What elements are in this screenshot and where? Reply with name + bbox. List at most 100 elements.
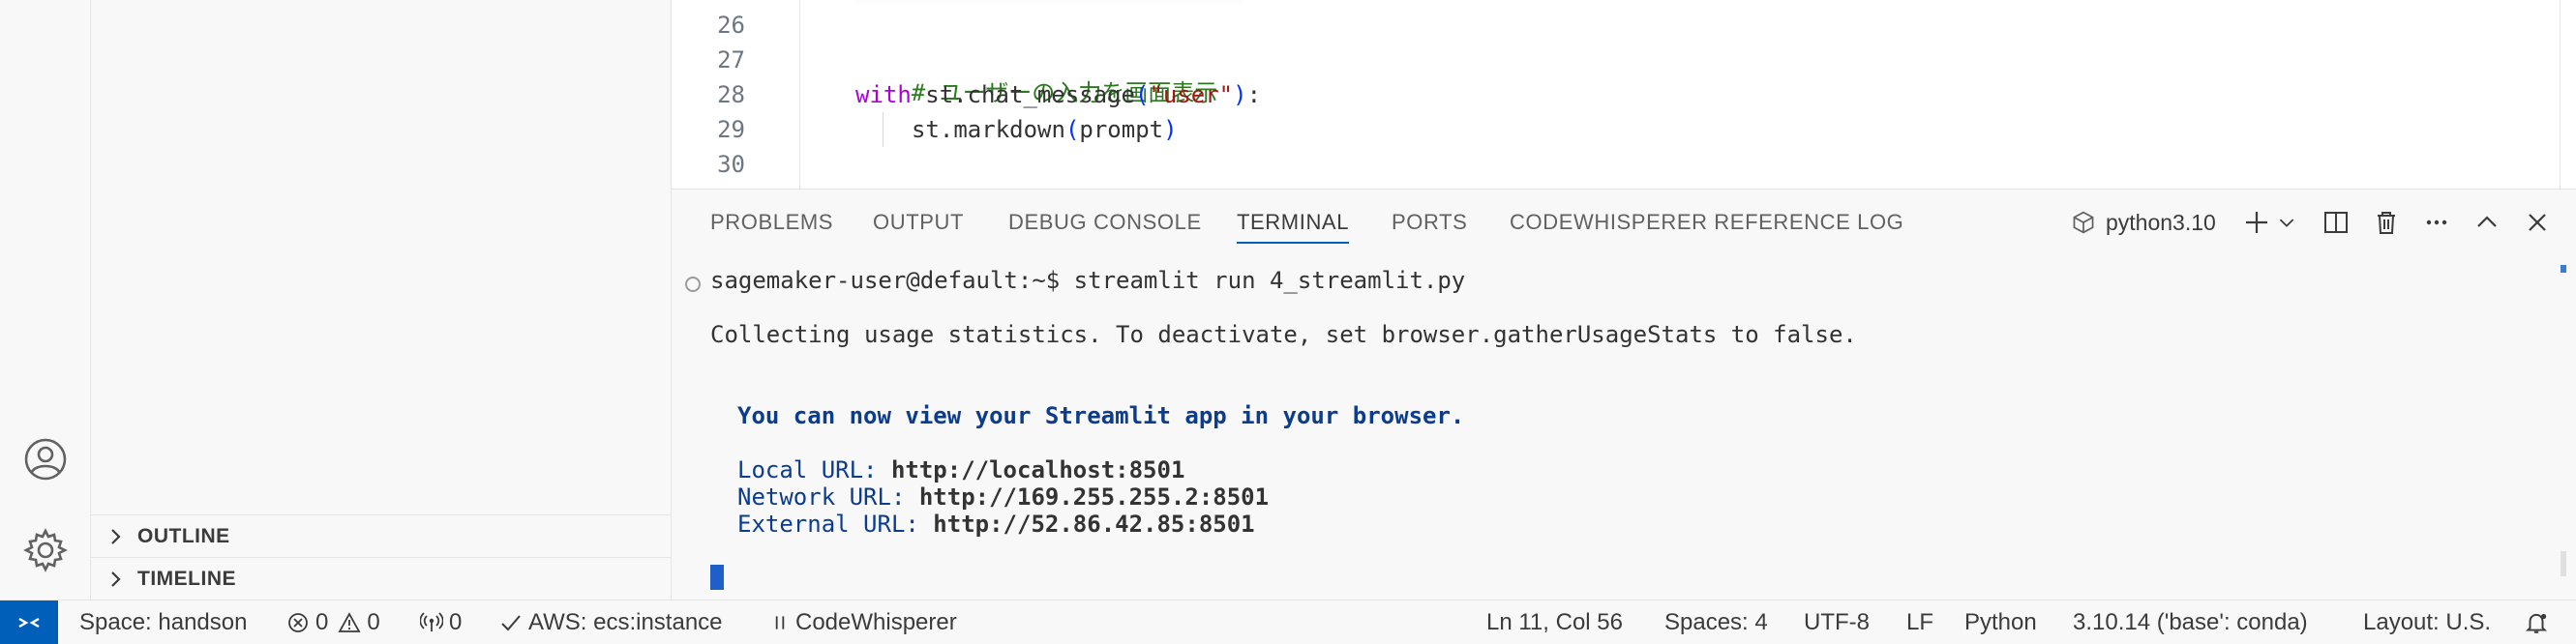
split-terminal-button[interactable] [2317, 203, 2355, 242]
tab-debug-console[interactable]: DEBUG CONSOLE [1008, 190, 1202, 255]
error-icon [288, 613, 308, 632]
keyboard-layout-status[interactable]: Layout: U.S. [2363, 600, 2491, 644]
code-paren: ) [1163, 116, 1178, 143]
outline-section-label: OUTLINE [137, 524, 230, 547]
error-count: 0 [315, 609, 329, 635]
ports-status[interactable]: 0 [420, 600, 462, 644]
code-keyword: with [855, 81, 912, 108]
line-number: 30 [717, 151, 745, 178]
broadcast-icon [420, 612, 443, 631]
terminal-view[interactable]: sagemaker-user@default:~$ streamlit run … [672, 255, 2576, 600]
line-number: 29 [717, 116, 745, 143]
aws-status[interactable]: AWS: ecs:instance [499, 600, 723, 644]
terminal-prompt-line: sagemaker-user@default:~$ streamlit run … [710, 267, 1466, 294]
terminal-url-line: Network URL: http://169.255.255.2:8501 [737, 483, 1269, 511]
notifications-button[interactable] [2524, 600, 2555, 644]
url-label: Local URL: [737, 456, 891, 483]
bell-icon [2525, 613, 2548, 633]
tab-output[interactable]: OUTPUT [873, 190, 964, 255]
problems-status[interactable]: 0 0 [286, 600, 380, 644]
code-line: with st.chat_message("user"): [855, 81, 1261, 108]
side-bar: OUTLINE TIMELINE [91, 0, 672, 600]
encoding-status[interactable]: UTF-8 [1804, 600, 1870, 644]
code-editor[interactable]: 26 27 28 29 30 # ユーザーの入力を画面表示 with st.ch… [672, 0, 2576, 190]
remote-indicator-button[interactable] [0, 600, 58, 644]
code-paren: ) [1233, 81, 1247, 108]
command-decoration-icon[interactable] [685, 277, 701, 292]
url-label: External URL: [737, 511, 934, 538]
new-terminal-button[interactable] [2239, 203, 2274, 242]
eol-status[interactable]: LF [1906, 600, 1933, 644]
chevron-down-icon [2279, 219, 2294, 227]
line-number: 27 [717, 46, 745, 73]
language-mode-status[interactable]: Python [1964, 600, 2037, 644]
tab-terminal[interactable]: TERMINAL [1237, 190, 1350, 255]
kill-terminal-button[interactable] [2367, 203, 2406, 242]
terminal-url-line: External URL: http://52.86.42.85:8501 [737, 511, 1255, 538]
warning-count: 0 [367, 609, 380, 635]
close-icon [2529, 214, 2546, 231]
indentation-status[interactable]: Spaces: 4 [1664, 600, 1768, 644]
code-paren: ( [1064, 116, 1080, 143]
timeline-section-header[interactable]: TIMELINE [91, 557, 672, 600]
code-line: st.markdown(prompt) [912, 116, 1178, 143]
terminal-cursor [710, 565, 724, 590]
tab-codewhisperer-reference-log[interactable]: CODEWHISPERER REFERENCE LOG [1510, 190, 1903, 255]
pause-icon [775, 616, 785, 629]
terminal-profile-selector[interactable]: python3.10 [2071, 203, 2216, 242]
space-status[interactable]: Space: handson [79, 600, 247, 644]
chevron-right-icon [111, 571, 121, 587]
url-value[interactable]: http://169.255.255.2:8501 [919, 483, 1269, 511]
codewhisperer-status[interactable]: CodeWhisperer [770, 600, 957, 644]
outline-section-header[interactable]: OUTLINE [91, 514, 672, 557]
terminal-dropdown-button[interactable] [2274, 203, 2299, 242]
check-icon [501, 615, 521, 631]
partial-line-above [855, 0, 1243, 6]
chevron-right-icon [111, 528, 121, 544]
code-token: st.markdown [912, 116, 1065, 143]
trash-icon [2378, 212, 2395, 234]
editor-scrollbar[interactable] [2560, 0, 2561, 189]
terminal-box-icon [2073, 211, 2094, 234]
line-number: 26 [717, 12, 745, 39]
url-value[interactable]: http://localhost:8501 [891, 456, 1184, 483]
close-panel-button[interactable] [2518, 203, 2557, 242]
line-number: 28 [717, 81, 745, 108]
code-string: "user" [1149, 81, 1234, 108]
split-icon [2324, 212, 2348, 233]
tab-problems[interactable]: PROBLEMS [710, 190, 833, 255]
cursor-position-status[interactable]: Ln 11, Col 56 [1486, 600, 1623, 644]
terminal-url-line: Local URL: http://localhost:8501 [737, 456, 1184, 483]
gutter-divider [799, 0, 800, 189]
code-token: prompt [1079, 116, 1164, 143]
terminal-scroll-marker [2561, 265, 2566, 273]
activity-bar [0, 0, 91, 600]
codewhisperer-label: CodeWhisperer [795, 609, 957, 635]
terminal-profile-label: python3.10 [2106, 209, 2216, 235]
account-icon[interactable] [23, 437, 68, 482]
code-token: st.chat_message [911, 81, 1135, 108]
url-value[interactable]: http://52.86.42.85:8501 [933, 511, 1254, 538]
timeline-section-label: TIMELINE [137, 567, 236, 590]
terminal-scrollbar-thumb[interactable] [2561, 551, 2566, 576]
panel-tab-bar: PROBLEMS OUTPUT DEBUG CONSOLE TERMINAL P… [672, 190, 2576, 255]
ellipsis-icon [2426, 220, 2447, 225]
ports-count: 0 [449, 609, 463, 635]
terminal-view-message: You can now view your Streamlit app in y… [737, 402, 1465, 429]
bottom-panel: PROBLEMS OUTPUT DEBUG CONSOLE TERMINAL P… [672, 190, 2576, 600]
more-actions-button[interactable] [2417, 203, 2456, 242]
aws-connection-label: AWS: ecs:instance [528, 609, 723, 635]
code-token: : [1246, 81, 1262, 108]
terminal-usage-stats-line: Collecting usage statistics. To deactiva… [710, 321, 1857, 348]
chevron-up-icon [2477, 216, 2497, 227]
tab-ports[interactable]: PORTS [1392, 190, 1467, 255]
status-bar: Space: handson 0 0 0 AWS: ecs:instance C… [0, 600, 2576, 644]
warning-icon [338, 612, 361, 632]
plus-icon [2246, 212, 2267, 233]
gear-icon[interactable] [23, 528, 68, 572]
remote-icon [18, 617, 40, 629]
code-paren: ( [1134, 81, 1150, 108]
maximize-panel-button[interactable] [2468, 203, 2506, 242]
python-interpreter-status[interactable]: 3.10.14 ('base': conda) [2073, 600, 2308, 644]
url-label: Network URL: [737, 483, 919, 511]
